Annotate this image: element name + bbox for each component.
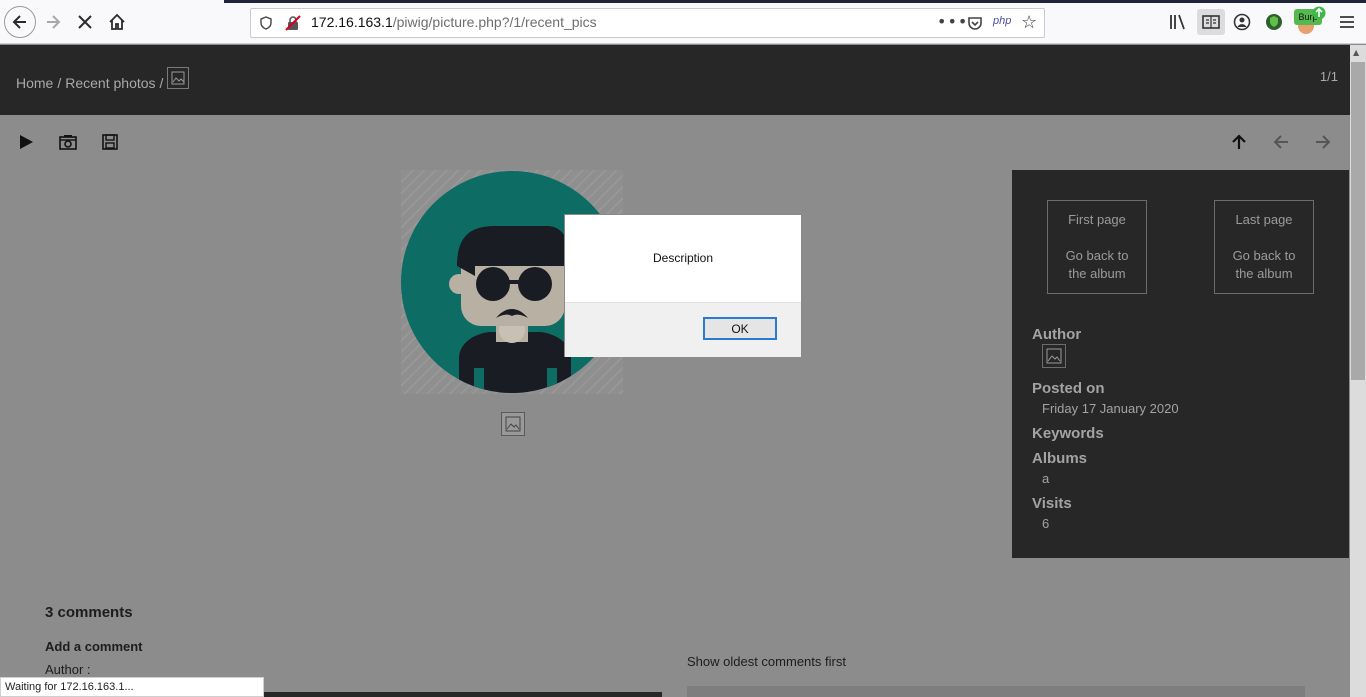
posted-label: Posted on: [1032, 380, 1105, 397]
posted-value[interactable]: Friday 17 January 2020: [1042, 401, 1179, 416]
arrow-left-icon: [12, 15, 26, 29]
photo-info-panel: First page Go back to the album Last pag…: [1012, 170, 1349, 558]
scroll-up-icon[interactable]: ▲: [1353, 48, 1359, 57]
pocket-icon[interactable]: [967, 15, 983, 31]
php-badge-icon[interactable]: php: [993, 15, 1011, 27]
home-icon: [109, 13, 125, 30]
bookmark-star-icon[interactable]: ☆: [1021, 12, 1037, 33]
visits-label: Visits: [1032, 495, 1072, 512]
ok-button[interactable]: OK: [703, 317, 777, 340]
previous-photo-button[interactable]: [1271, 132, 1291, 152]
first-page-link[interactable]: Go back to the album: [1048, 247, 1146, 283]
visits-value: 6: [1042, 516, 1050, 531]
photo-counter: 1/1: [1319, 69, 1338, 84]
play-icon: [20, 135, 33, 149]
comment-author-label: Author :: [45, 662, 91, 677]
extension-shield-icon[interactable]: [1264, 12, 1284, 32]
broken-image-icon: [167, 67, 190, 89]
comment-list: [687, 686, 1305, 697]
show-metadata-button[interactable]: [58, 132, 78, 152]
insecure-lock-icon[interactable]: [285, 15, 301, 31]
url-bar[interactable]: 172.16.163.1/piwig/picture.php?/1/recent…: [250, 8, 1045, 38]
broken-image-icon: [501, 412, 525, 436]
status-bar: Waiting for 172.16.163.1...: [0, 677, 264, 697]
breadcrumb-separator: /: [57, 75, 62, 91]
comment-input[interactable]: [264, 692, 662, 697]
tab-strip-line: [224, 0, 1366, 3]
page-header: Home / Recent photos / 1/1: [0, 45, 1350, 115]
close-icon: [78, 15, 92, 29]
page-actions-icon[interactable]: •••: [937, 12, 968, 31]
account-icon[interactable]: [1232, 12, 1252, 32]
slideshow-button[interactable]: [16, 132, 36, 152]
floppy-disk-icon: [102, 134, 118, 150]
download-button[interactable]: [100, 132, 120, 152]
show-oldest-comments-link[interactable]: Show oldest comments first: [687, 654, 846, 669]
alert-dialog: Description OK: [564, 214, 802, 357]
add-comment-heading: Add a comment: [45, 639, 143, 654]
camera-icon: [59, 135, 77, 150]
arrow-right-icon: [47, 15, 61, 29]
comments-title: 3 comments: [45, 604, 133, 621]
alert-message: Description: [652, 251, 714, 265]
browser-toolbar: 172.16.163.1/piwig/picture.php?/1/recent…: [0, 0, 1366, 44]
first-page-box[interactable]: First page Go back to the album: [1047, 200, 1147, 294]
arrow-right-icon: [1316, 135, 1331, 149]
albums-label: Albums: [1032, 450, 1088, 467]
breadcrumb-recent-link[interactable]: Recent photos: [65, 75, 155, 91]
back-button[interactable]: [4, 6, 36, 38]
scrollbar-thumb[interactable]: [1351, 62, 1365, 380]
update-arrow-icon: [1312, 6, 1326, 20]
last-page-box[interactable]: Last page Go back to the album: [1214, 200, 1314, 294]
breadcrumb-home-link[interactable]: Home: [16, 75, 53, 91]
library-icon[interactable]: [1168, 12, 1188, 32]
keywords-label: Keywords: [1032, 425, 1104, 442]
home-button[interactable]: [102, 7, 132, 37]
author-label: Author: [1032, 326, 1082, 343]
last-page-link[interactable]: Go back to the album: [1215, 247, 1313, 283]
broken-image-icon: [1042, 344, 1066, 368]
last-page-title: Last page: [1235, 212, 1293, 227]
alert-footer: OK: [565, 302, 801, 357]
forward-button[interactable]: [38, 7, 68, 37]
reader-view-icon[interactable]: [1197, 9, 1225, 35]
arrow-up-icon: [1232, 134, 1246, 149]
up-to-album-button[interactable]: [1229, 132, 1249, 152]
url-host: 172.16.163.1: [311, 14, 393, 30]
stop-button[interactable]: [70, 7, 100, 37]
breadcrumb: Home / Recent photos /: [16, 67, 190, 91]
arrow-left-icon: [1273, 135, 1288, 149]
url-text[interactable]: 172.16.163.1/piwig/picture.php?/1/recent…: [311, 14, 597, 30]
first-page-title: First page: [1068, 212, 1126, 227]
menu-icon[interactable]: [1337, 12, 1357, 32]
url-path: /piwig/picture.php?/1/recent_pics: [392, 14, 597, 30]
next-photo-button[interactable]: [1313, 132, 1333, 152]
breadcrumb-separator: /: [159, 75, 164, 91]
shield-icon[interactable]: [259, 16, 273, 30]
albums-value[interactable]: a: [1042, 471, 1049, 486]
